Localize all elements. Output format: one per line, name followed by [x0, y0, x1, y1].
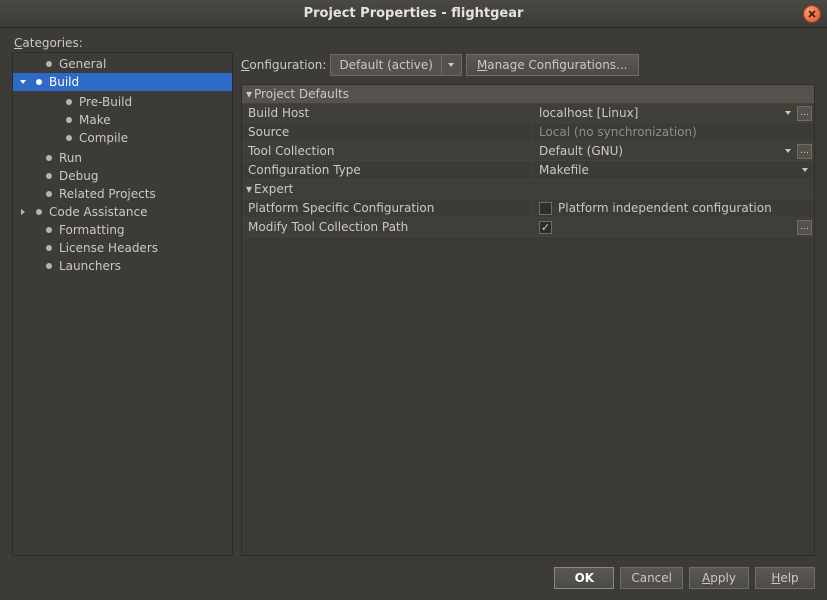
close-icon[interactable] — [803, 5, 821, 23]
chevron-down-icon[interactable] — [781, 106, 795, 121]
tree-item-run[interactable]: Run — [13, 149, 232, 167]
ok-button[interactable]: OK — [554, 567, 614, 589]
main-row: General Build Pre-Build Make Compile — [12, 52, 815, 556]
categories-tree[interactable]: General Build Pre-Build Make Compile — [12, 52, 233, 556]
row-tool-collection[interactable]: Tool Collection Default (GNU) … — [242, 142, 814, 161]
checkbox[interactable] — [539, 202, 552, 215]
manage-configurations-button[interactable]: Manage Configurations... — [466, 54, 639, 76]
ellipsis-button[interactable]: … — [797, 106, 812, 121]
tree-item-general[interactable]: General — [13, 55, 232, 73]
ellipsis-button[interactable]: … — [797, 144, 812, 159]
dialog-footer: OK Cancel Apply Help — [0, 556, 827, 600]
section-project-defaults[interactable]: ▾ Project Defaults — [242, 85, 814, 104]
tree-item-build[interactable]: Build — [13, 73, 232, 91]
property-sheet: ▾ Project Defaults Build Host localhost … — [241, 84, 815, 556]
chevron-down-icon[interactable] — [15, 78, 31, 86]
chevron-down-icon: ▾ — [242, 87, 254, 101]
chevron-right-icon[interactable] — [15, 208, 31, 216]
configuration-combo[interactable]: Default (active) — [330, 54, 462, 76]
ellipsis-button[interactable]: … — [797, 220, 812, 235]
configuration-label: Configuration: — [241, 58, 326, 72]
categories-label: Categories: — [14, 36, 815, 50]
tree-item-formatting[interactable]: Formatting — [13, 221, 232, 239]
section-expert[interactable]: ▾ Expert — [242, 180, 814, 199]
right-panel: Configuration: Default (active) Manage C… — [241, 52, 815, 556]
row-modify-tool-path[interactable]: Modify Tool Collection Path … — [242, 218, 814, 237]
chevron-down-icon[interactable] — [441, 55, 461, 75]
tree-item-code-assistance[interactable]: Code Assistance — [13, 203, 232, 221]
dialog-body: Categories: General Build Pre-Build Make — [0, 28, 827, 556]
chevron-down-icon[interactable] — [781, 144, 795, 159]
tree-item-launchers[interactable]: Launchers — [13, 257, 232, 275]
chevron-down-icon: ▾ — [242, 182, 254, 196]
cancel-button[interactable]: Cancel — [620, 567, 683, 589]
apply-button[interactable]: Apply — [689, 567, 749, 589]
tree-item-license-headers[interactable]: License Headers — [13, 239, 232, 257]
project-properties-window: Project Properties - flightgear Categori… — [0, 0, 827, 600]
row-build-host[interactable]: Build Host localhost [Linux] … — [242, 104, 814, 123]
tree-item-related-projects[interactable]: Related Projects — [13, 185, 232, 203]
row-platform-specific[interactable]: Platform Specific Configuration Platform… — [242, 199, 814, 218]
chevron-down-icon[interactable] — [798, 163, 812, 178]
titlebar: Project Properties - flightgear — [0, 0, 827, 28]
window-title: Project Properties - flightgear — [304, 6, 524, 21]
row-configuration-type[interactable]: Configuration Type Makefile — [242, 161, 814, 180]
tree-item-make[interactable]: Make — [13, 111, 232, 129]
row-source[interactable]: Source Local (no synchronization) — [242, 123, 814, 142]
tree-item-prebuild[interactable]: Pre-Build — [13, 93, 232, 111]
tree-item-debug[interactable]: Debug — [13, 167, 232, 185]
checkbox[interactable] — [539, 221, 552, 234]
configuration-bar: Configuration: Default (active) Manage C… — [241, 54, 815, 76]
help-button[interactable]: Help — [755, 567, 815, 589]
tree-item-compile[interactable]: Compile — [13, 129, 232, 147]
